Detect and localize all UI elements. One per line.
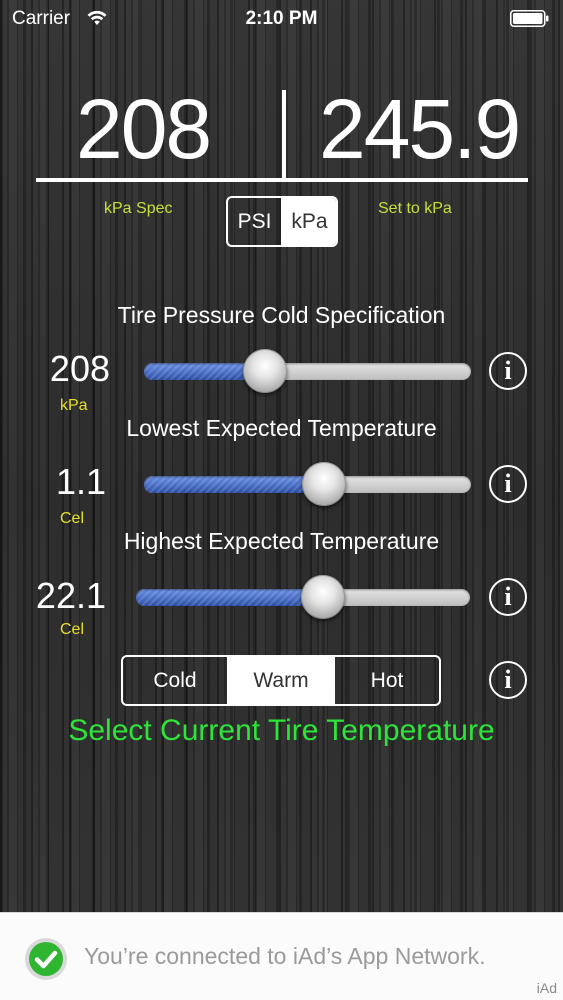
temp-option-warm[interactable]: Warm: [227, 657, 333, 704]
highest-temp-unit: Cel: [60, 621, 85, 638]
set-unit-label: Set to kPa: [378, 200, 452, 217]
unit-segmented-control: PSI kPa: [226, 196, 338, 247]
status-bar: Carrier 2:10 PM: [0, 0, 563, 38]
highest-temp-slider[interactable]: [136, 575, 470, 619]
lowest-temp-slider-thumb[interactable]: [301, 462, 346, 506]
unit-option-psi[interactable]: PSI: [228, 198, 281, 245]
iad-banner[interactable]: You’re connected to iAd’s App Network. i…: [0, 912, 563, 1000]
cold-spec-value: 208: [49, 348, 110, 389]
highest-temp-slider-thumb[interactable]: [301, 575, 346, 619]
set-pressure-value: 245.9: [319, 82, 521, 176]
cold-spec-info-button[interactable]: i: [489, 352, 527, 390]
lowest-temp-unit: Cel: [60, 510, 85, 527]
status-time: 2:10 PM: [245, 8, 318, 29]
iad-message: You’re connected to iAd’s App Network.: [84, 943, 486, 969]
spec-unit-label: kPa Spec: [104, 200, 173, 217]
checkmark-icon: [25, 938, 67, 980]
lowest-temp-value: 1.1: [55, 461, 106, 502]
tire-temperature-hint: Select Current Tire Temperature: [68, 714, 495, 747]
spec-pressure-value: 208: [76, 82, 212, 176]
lowest-temp-info-button[interactable]: i: [489, 465, 527, 503]
lowest-temp-slider[interactable]: [144, 462, 471, 506]
pressure-readout: 208 245.9: [36, 80, 528, 184]
tire-temp-info-button[interactable]: i: [489, 661, 527, 699]
cold-spec-slider-thumb[interactable]: [242, 349, 287, 393]
tire-temperature-segmented-control: Cold Warm Hot: [121, 655, 441, 706]
highest-temp-title: Highest Expected Temperature: [123, 528, 440, 554]
battery-icon: [510, 10, 549, 27]
highest-temp-value: 22.1: [35, 575, 106, 616]
lowest-temp-title: Lowest Expected Temperature: [126, 415, 437, 441]
readout-divider: [282, 90, 286, 182]
temp-option-cold[interactable]: Cold: [123, 657, 227, 704]
temp-option-hot[interactable]: Hot: [333, 657, 439, 704]
readout-underline: [36, 178, 528, 182]
highest-temp-info-button[interactable]: i: [489, 578, 527, 616]
cold-spec-unit: kPa: [60, 397, 88, 414]
cold-spec-slider[interactable]: [144, 349, 471, 393]
cold-spec-title: Tire Pressure Cold Specification: [117, 302, 446, 328]
unit-option-kpa[interactable]: kPa: [281, 198, 336, 245]
iad-badge: iAd: [536, 980, 557, 996]
highest-temp-slider-fill: [136, 589, 324, 606]
lowest-temp-slider-fill: [144, 476, 324, 493]
